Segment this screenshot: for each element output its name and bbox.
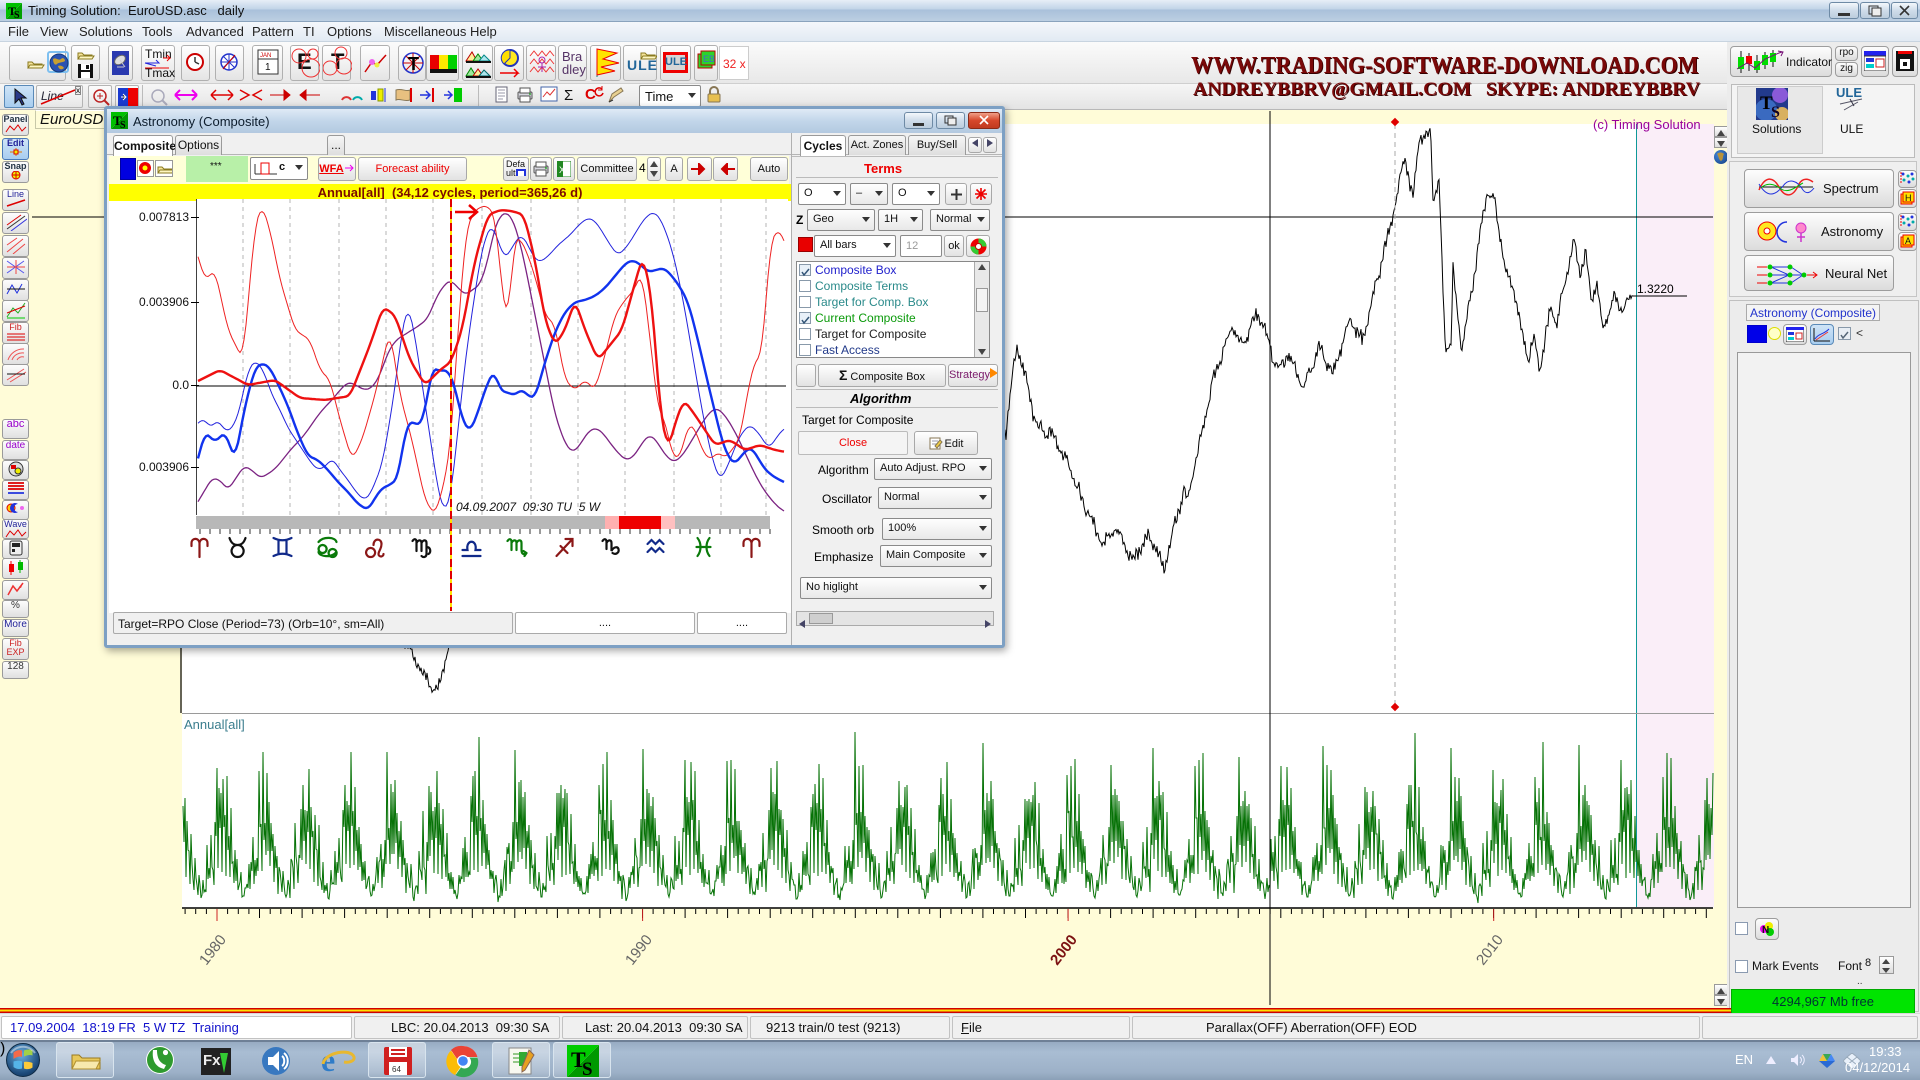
svg-text:X: X [559,165,565,175]
svg-text:S: S [582,1059,593,1077]
svg-text:ULE: ULE [1836,86,1862,100]
svg-text:Fx: Fx [203,1052,221,1069]
svg-text:H: H [1905,193,1912,203]
svg-text:64: 64 [392,1065,401,1074]
svg-text:A: A [1905,236,1911,246]
svg-text:S: S [1771,104,1780,120]
svg-text:S: S [120,120,126,129]
svg-text:N: N [1762,925,1769,936]
